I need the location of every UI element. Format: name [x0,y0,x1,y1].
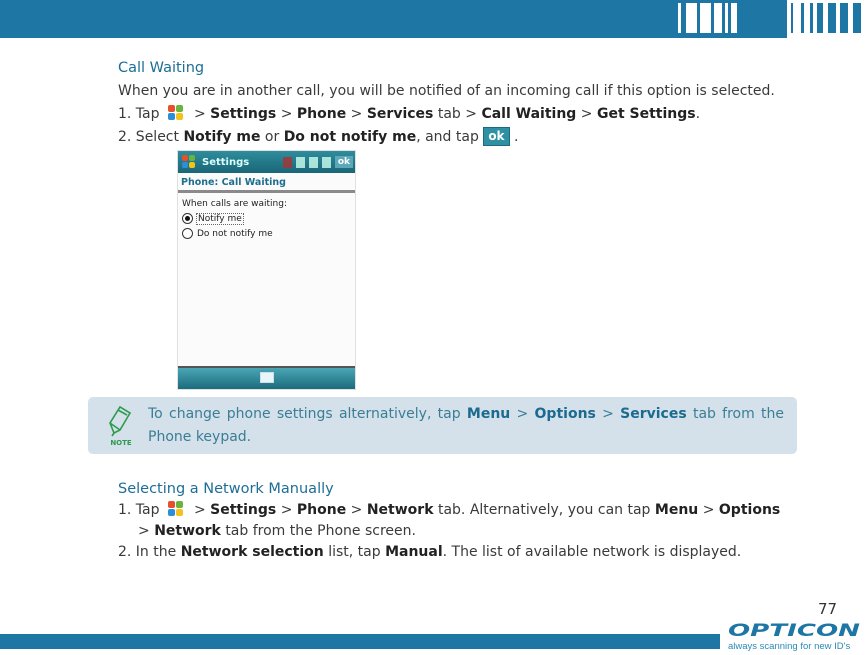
keyboard-icon [260,372,274,383]
opticon-logo: OPTICON [728,621,860,639]
volume-icon [321,156,331,168]
svg-text:OPTICON: OPTICON [728,621,860,639]
phone-title-bar: Settings ok [178,151,355,173]
network-step-2: 2. In the Network selection list, tap Ma… [118,544,742,560]
windows-start-icon [167,105,184,121]
call-waiting-step-2: 2. Select Notify me or Do not notify me,… [118,127,519,146]
footer-bar [0,634,720,649]
network-section: Selecting a Network Manually 1. Tap > Se… [118,479,798,563]
phone-ok-button: ok [334,156,353,168]
path-services: Services [366,106,434,122]
header-barcode-decoration [660,0,866,38]
windows-start-icon [182,155,196,169]
phone-page-header: Phone: Call Waiting [178,173,355,193]
svg-text:NOTE: NOTE [110,439,132,447]
radio-selected-icon [182,213,193,224]
windows-start-icon [167,501,184,517]
option-notify-me: Notify me [183,129,261,145]
path-settings: Settings [210,106,277,122]
ok-button-icon: ok [483,127,510,146]
network-step-1-cont: > Network tab from the Phone screen. [138,523,416,539]
phone-option-do-not-notify: Do not notify me [178,226,355,241]
path-call-waiting: Call Waiting [481,106,577,122]
path-get-settings: Get Settings [596,106,696,122]
phone-screenshot: Settings ok Phone: Call Waiting When cal… [177,150,356,390]
missed-call-icon [282,156,292,168]
signal-icon [308,156,318,168]
brand-tagline: always scanning for new ID's [728,641,851,652]
call-waiting-step-1: 1. Tap > Settings > Phone > Services tab… [118,105,701,122]
call-waiting-heading: Call Waiting [118,60,205,76]
note-pencil-icon: NOTE [109,405,132,447]
note-box: NOTE To change phone settings alternativ… [88,397,797,454]
connectivity-icon [295,156,305,168]
phone-label: When calls are waiting: [182,199,287,209]
note-text: To change phone settings alternatively, … [148,406,784,445]
page-number: 77 [818,600,838,618]
network-heading: Selecting a Network Manually [118,481,334,497]
phone-title: Settings [202,156,250,168]
phone-bottom-bar [178,366,355,389]
network-step-1: 1. Tap > Settings > Phone > Network tab.… [118,501,781,518]
call-waiting-intro: When you are in another call, you will b… [118,83,775,99]
radio-unselected-icon [182,228,193,239]
phone-option-notify-me: Notify me [178,211,355,226]
path-phone: Phone [296,106,347,122]
call-waiting-section: Call Waiting When you are in another cal… [118,57,798,149]
option-do-not-notify-me: Do not notify me [283,129,417,145]
